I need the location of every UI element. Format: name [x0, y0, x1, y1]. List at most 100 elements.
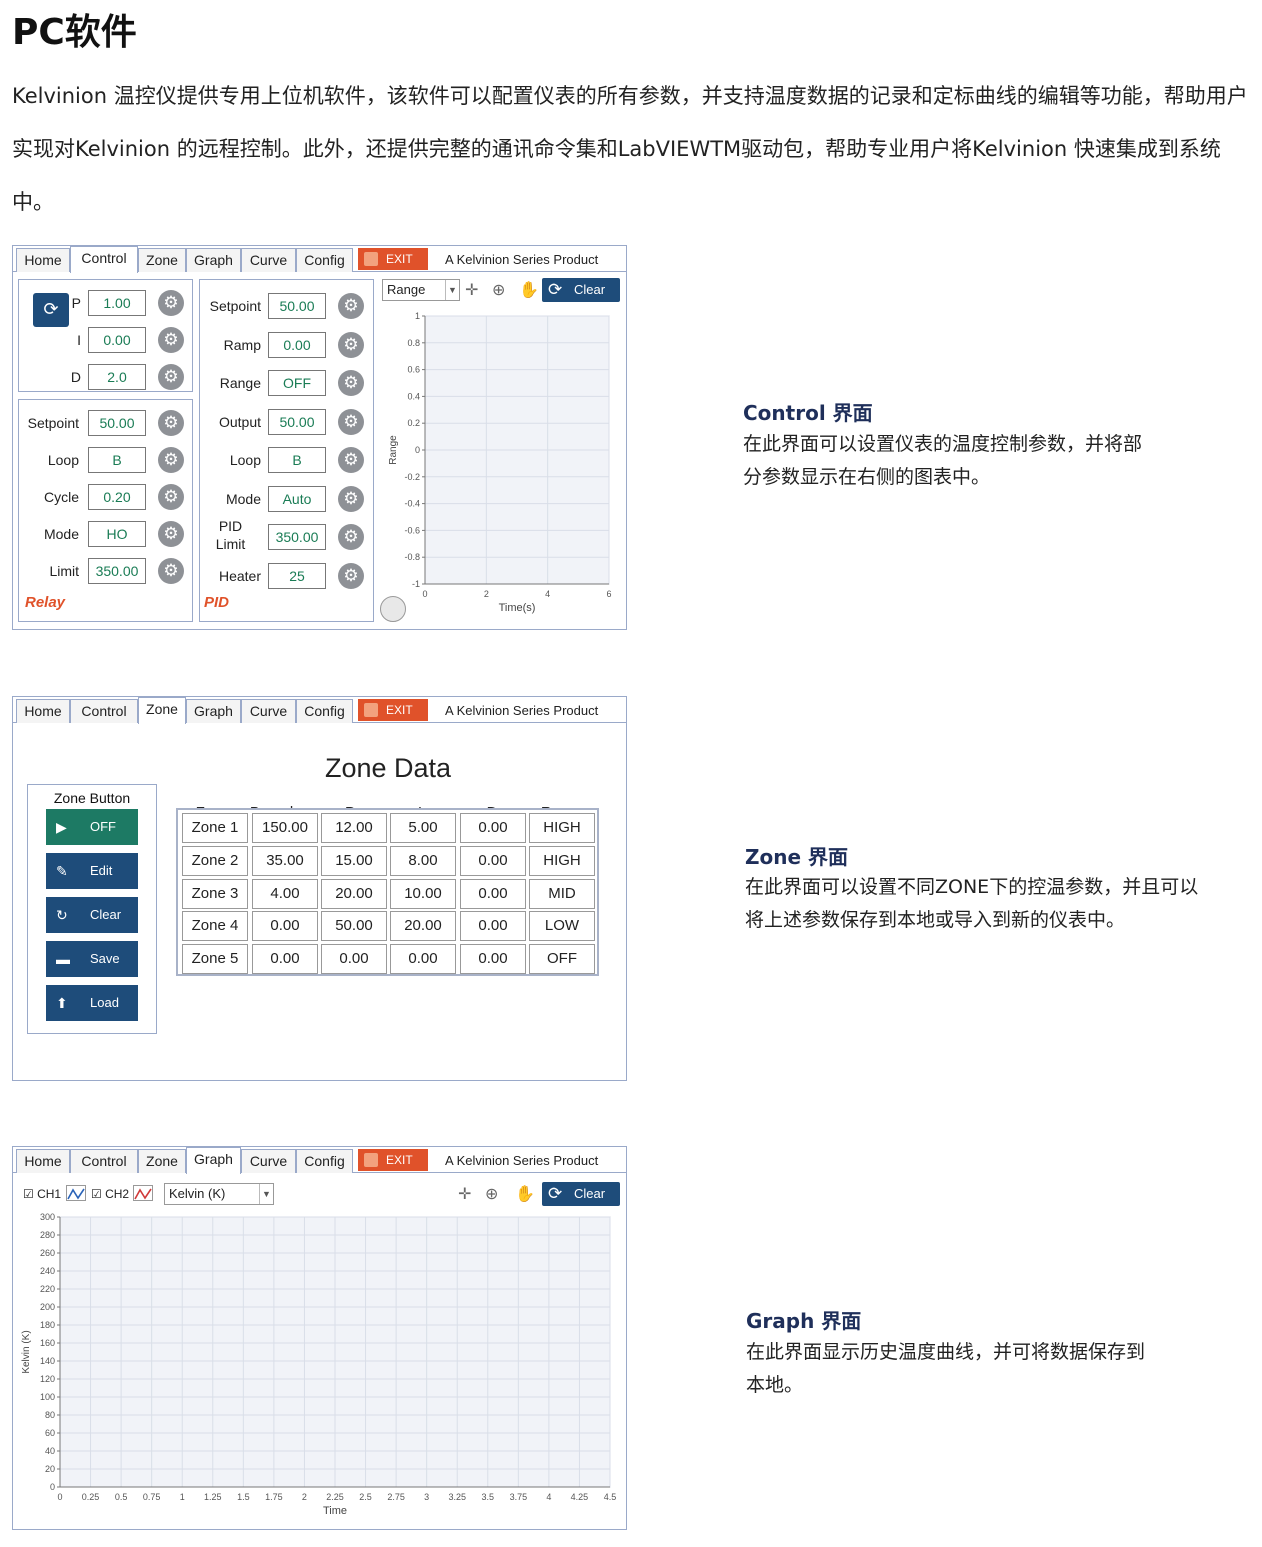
zoom-icon[interactable]: ⊕ [485, 1184, 498, 1204]
series-label: A Kelvinion Series Product [445, 252, 599, 267]
tab-control[interactable]: Control [70, 1149, 138, 1173]
tab-home[interactable]: Home [16, 1149, 70, 1173]
pid_rows-field[interactable]: 1.00 [88, 290, 146, 316]
zone-clear-button[interactable]: ↻ Clear [46, 897, 138, 933]
mid_rows-field[interactable]: 25 [268, 562, 326, 589]
ch1-trend-icon[interactable] [66, 1185, 86, 1201]
hand-icon[interactable]: ✋ [515, 1184, 535, 1204]
zone-table-cell[interactable]: 4.00 [252, 878, 318, 909]
tab-curve[interactable]: Curve [241, 248, 296, 272]
relay_rows-field[interactable]: 50.00 [88, 410, 146, 436]
zone-table-cell[interactable]: 0.00 [252, 944, 318, 975]
relay_rows-field[interactable]: B [88, 447, 146, 473]
zone-load-button[interactable]: ⬆ Load [46, 985, 138, 1021]
gear-icon[interactable]: ⚙ [338, 485, 364, 512]
zone-table-cell[interactable]: 5.00 [390, 813, 456, 843]
crosshair-icon[interactable]: ✛ [465, 280, 478, 300]
relay_rows-field[interactable]: 0.20 [88, 484, 146, 510]
tab-graph[interactable]: Graph [186, 1147, 241, 1174]
pid_rows-field[interactable]: 0.00 [88, 327, 146, 353]
mid_rows-field[interactable]: B [268, 447, 326, 473]
zone-table-cell[interactable]: 15.00 [321, 845, 387, 876]
mid_rows-field[interactable]: 50.00 [268, 293, 326, 319]
zone-table-cell[interactable]: 50.00 [321, 911, 387, 942]
zone-table-cell[interactable]: OFF [529, 944, 595, 975]
tab-config[interactable]: Config [296, 248, 353, 272]
zone-table-cell[interactable]: 0.00 [460, 845, 526, 876]
exit-button[interactable]: EXIT [358, 699, 428, 721]
unit-select[interactable]: Kelvin (K) ▼ [164, 1183, 274, 1205]
zone-table-cell[interactable]: 150.00 [252, 813, 318, 843]
mid_rows-field[interactable]: 0.00 [268, 331, 326, 358]
relay_rows-field[interactable]: 350.00 [88, 558, 146, 584]
zone-edit-button[interactable]: ✎ Edit [46, 853, 138, 889]
ch2-checkbox[interactable]: ☑ CH2 [91, 1187, 129, 1201]
tab-graph[interactable]: Graph [186, 248, 241, 272]
gear-icon[interactable]: ⚙ [338, 331, 364, 358]
crosshair-icon[interactable]: ✛ [458, 1184, 471, 1204]
zone-table-cell[interactable]: HIGH [529, 813, 595, 843]
gear-icon[interactable]: ⚙ [158, 484, 184, 510]
ch1-checkbox[interactable]: ☑ CH1 [23, 1187, 61, 1201]
gear-icon[interactable]: ⚙ [338, 408, 364, 435]
mid_rows-field[interactable]: OFF [268, 370, 326, 396]
tab-graph[interactable]: Graph [186, 699, 241, 723]
clear-button[interactable]: ⟳ Clear [542, 1182, 620, 1206]
tab-config[interactable]: Config [296, 1149, 353, 1173]
clear-button[interactable]: ⟳ Clear [542, 278, 620, 302]
zone-table-cell[interactable]: 0.00 [460, 911, 526, 942]
mid_rows-field[interactable]: 350.00 [268, 524, 326, 550]
range-select[interactable]: Range ▼ [382, 279, 460, 301]
zone-table-cell[interactable]: 10.00 [390, 878, 456, 909]
gear-icon[interactable]: ⚙ [158, 410, 184, 436]
refresh-icon: ⟳ [548, 280, 563, 299]
tab-home[interactable]: Home [16, 699, 70, 723]
zoom-icon[interactable]: ⊕ [492, 280, 505, 300]
zone-table-cell[interactable]: 35.00 [252, 845, 318, 876]
ch2-trend-icon[interactable] [133, 1185, 153, 1201]
zone-table-cell[interactable]: 0.00 [321, 944, 387, 975]
zone-table-cell[interactable]: LOW [529, 911, 595, 942]
zone-table-cell[interactable]: 0.00 [460, 813, 526, 843]
tab-curve[interactable]: Curve [241, 699, 296, 723]
tab-config[interactable]: Config [296, 699, 353, 723]
gear-icon[interactable]: ⚙ [338, 524, 364, 550]
tab-zone[interactable]: Zone [138, 697, 186, 724]
zone-off-button[interactable]: ▶ OFF [46, 809, 138, 845]
zone-save-button[interactable]: ▬ Save [46, 941, 138, 977]
tab-curve[interactable]: Curve [241, 1149, 296, 1173]
zone-table-cell[interactable]: 0.00 [390, 944, 456, 975]
gear-icon[interactable]: ⚙ [338, 562, 364, 589]
hand-icon[interactable]: ✋ [519, 280, 539, 300]
gear-icon[interactable]: ⚙ [338, 447, 364, 473]
gear-icon[interactable]: ⚙ [338, 370, 364, 396]
zone-table-cell[interactable]: 20.00 [321, 878, 387, 909]
tab-home[interactable]: Home [16, 248, 70, 272]
zone-table-cell[interactable]: 12.00 [321, 813, 387, 843]
pid_rows-field[interactable]: 2.0 [88, 364, 146, 390]
y-tick-label: 220 [40, 1284, 55, 1294]
gear-icon[interactable]: ⚙ [158, 558, 184, 584]
zone-table-cell[interactable]: MID [529, 878, 595, 909]
tab-control[interactable]: Control [70, 699, 138, 723]
exit-button[interactable]: EXIT [358, 1149, 428, 1171]
zone-table-cell[interactable]: 0.00 [460, 878, 526, 909]
zone-table-cell[interactable]: HIGH [529, 845, 595, 876]
gear-icon[interactable]: ⚙ [158, 521, 184, 547]
gear-icon[interactable]: ⚙ [158, 364, 184, 390]
gear-icon[interactable]: ⚙ [158, 447, 184, 473]
mid_rows-field[interactable]: 50.00 [268, 408, 326, 435]
gear-icon[interactable]: ⚙ [158, 327, 184, 353]
exit-button[interactable]: EXIT [358, 248, 428, 270]
tab-zone[interactable]: Zone [138, 248, 186, 272]
zone-table-cell[interactable]: 0.00 [252, 911, 318, 942]
tab-control[interactable]: Control [70, 246, 138, 273]
gear-icon[interactable]: ⚙ [338, 293, 364, 319]
zone-table-cell[interactable]: 8.00 [390, 845, 456, 876]
zone-table-cell[interactable]: 20.00 [390, 911, 456, 942]
mid_rows-field[interactable]: Auto [268, 485, 326, 512]
tab-zone[interactable]: Zone [138, 1149, 186, 1173]
gear-icon[interactable]: ⚙ [158, 290, 184, 316]
zone-table-cell[interactable]: 0.00 [460, 944, 526, 975]
relay_rows-field[interactable]: HO [88, 521, 146, 547]
